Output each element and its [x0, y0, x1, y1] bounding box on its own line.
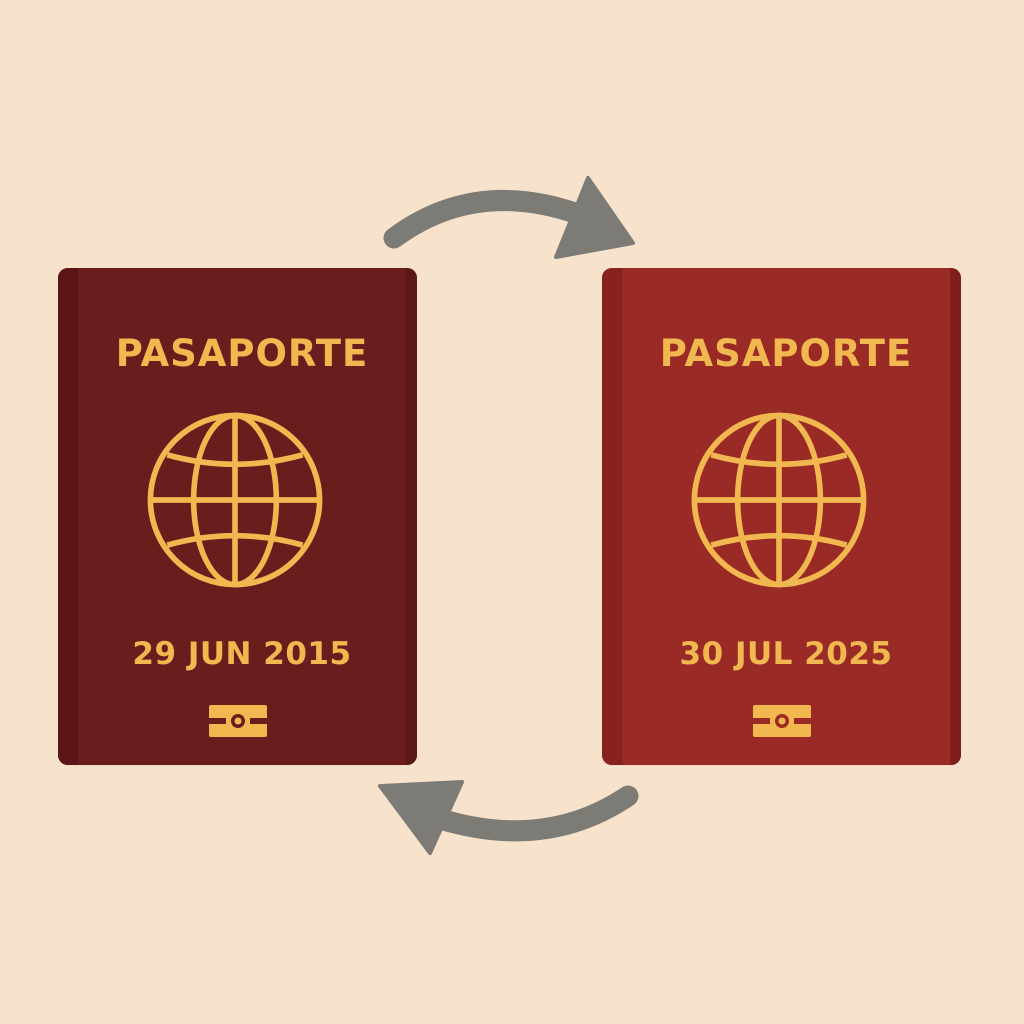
globe-icon	[147, 412, 322, 588]
passport-old: PASAPORTE 29 JUN 2015	[58, 268, 417, 765]
passport-spine	[58, 268, 78, 765]
passport-page-edge	[950, 268, 961, 765]
passport-title: PASAPORTE	[659, 332, 913, 375]
passport-date: 29 JUN 2015	[132, 636, 352, 672]
passport-page-edge	[406, 268, 417, 765]
passport-new: PASAPORTE 30 JUL 2025	[602, 268, 961, 765]
biometric-chip-icon	[752, 705, 811, 737]
passport-spine	[602, 268, 622, 765]
globe-icon	[691, 412, 866, 588]
biometric-chip-icon	[208, 705, 267, 737]
passport-date: 30 JUL 2025	[679, 636, 893, 672]
passport-title: PASAPORTE	[115, 332, 369, 375]
passport-renewal-illustration: PASAPORTE 29 JUN 2015 PASAPORTE 30 JUL 2…	[0, 0, 1024, 1024]
